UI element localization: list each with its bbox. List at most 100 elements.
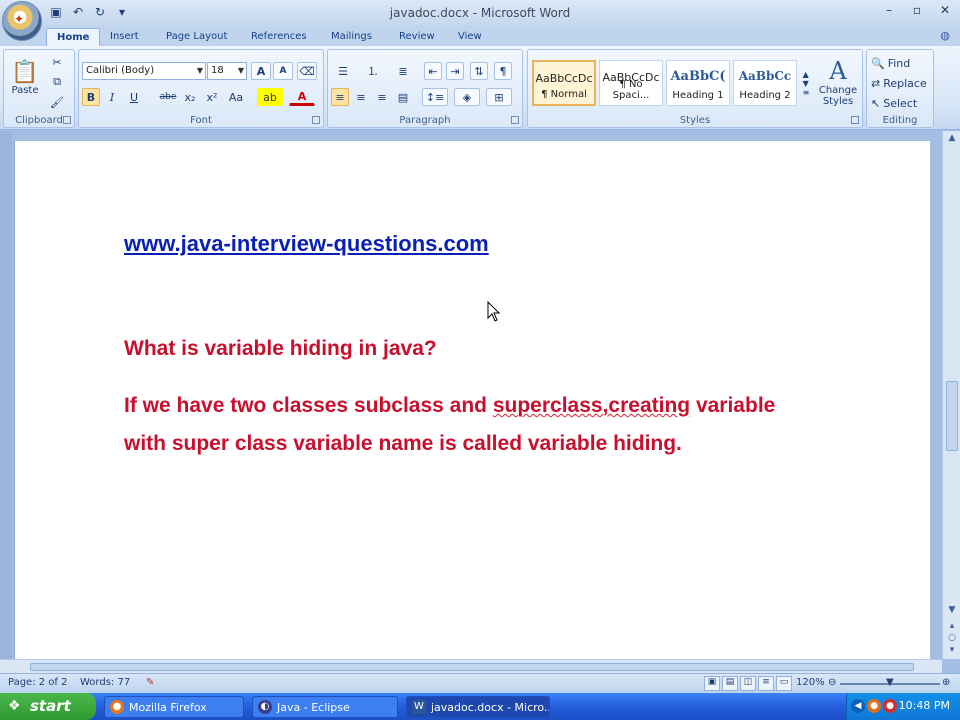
style-heading-1[interactable]: AaBbC( Heading 1 [666, 60, 730, 106]
maximize-icon[interactable]: ▫ [910, 3, 924, 19]
line-spacing-icon[interactable]: ↕≡ [422, 88, 448, 106]
show-formatting-icon[interactable]: ¶ [494, 62, 512, 80]
web-layout-icon[interactable]: ◫ [740, 676, 756, 691]
clear-formatting-icon[interactable]: ⌫ [297, 62, 317, 80]
paragraph-launcher-icon[interactable] [511, 116, 519, 124]
paste-button[interactable]: 📋 Paste [8, 52, 42, 104]
tray-arrow-icon[interactable]: ◀ [851, 699, 865, 713]
align-left-icon[interactable]: ≡ [331, 88, 349, 106]
format-painter-icon[interactable]: 🖌 [48, 94, 66, 110]
task-label: Java - Eclipse [277, 701, 350, 714]
document-answer: If we have two classes subclass and supe… [124, 387, 784, 463]
tray-alert-icon[interactable]: ● [883, 699, 897, 713]
document-question: What is variable hiding in java? [124, 337, 437, 360]
borders-icon[interactable]: ⊞ [486, 88, 512, 106]
left-margin-strip [0, 131, 12, 659]
replace-button[interactable]: ⇄ Replace [870, 74, 932, 92]
vertical-scrollbar[interactable]: ▲ ▼ ▴ ○ ▾ [942, 131, 960, 659]
tray-app-icon[interactable]: ● [867, 699, 881, 713]
subscript-button[interactable]: x₂ [181, 88, 199, 106]
task-label: javadoc.docx - Micro... [431, 701, 550, 714]
increase-indent-icon[interactable]: ⇥ [446, 62, 464, 80]
tab-references[interactable]: References [241, 28, 317, 47]
change-case-button[interactable]: Aa [225, 88, 247, 106]
misspelled-word[interactable]: superclass,creating [493, 394, 690, 417]
select-button[interactable]: ↖ Select [870, 94, 930, 112]
grow-font-button[interactable]: A [251, 62, 271, 80]
page-count[interactable]: Page: 2 of 2 [8, 677, 67, 688]
font-size-combo[interactable]: 18 ▼ [207, 62, 247, 80]
copy-icon[interactable]: ⧉ [48, 74, 66, 90]
document-link[interactable]: www.java-interview-questions.com [124, 231, 489, 257]
document-area: www.java-interview-questions.com What is… [0, 131, 960, 659]
zoom-out-icon[interactable]: ⊖ [828, 677, 836, 688]
justify-icon[interactable]: ▤ [394, 88, 412, 106]
align-center-icon[interactable]: ≡ [352, 88, 370, 106]
superscript-button[interactable]: x² [203, 88, 221, 106]
styles-label: Styles [679, 115, 711, 126]
bullets-icon[interactable]: ☰ [331, 62, 355, 80]
zoom-in-icon[interactable]: ⊕ [942, 677, 950, 688]
scroll-down-icon[interactable]: ▼ [945, 605, 959, 619]
horizontal-scrollbar[interactable] [0, 659, 942, 673]
underline-button[interactable]: U [125, 88, 143, 106]
ribbon-tabs: Home Insert Page Layout References Maili… [0, 26, 960, 47]
outline-icon[interactable]: ≡ [758, 676, 774, 691]
task-word[interactable]: W javadoc.docx - Micro... [406, 696, 550, 718]
shading-icon[interactable]: ◈ [454, 88, 480, 106]
tab-page-layout[interactable]: Page Layout [156, 28, 237, 47]
style-sample: AaBbCc [738, 69, 792, 83]
shrink-font-button[interactable]: A [273, 62, 293, 80]
sort-icon[interactable]: ⇅ [470, 62, 488, 80]
draft-icon[interactable]: ▭ [776, 676, 792, 691]
font-group: Calibri (Body) ▼ 18 ▼ A A ⌫ B I U abe x₂… [78, 49, 324, 128]
start-button[interactable]: ❖ start [0, 693, 96, 720]
style-heading-2[interactable]: AaBbCc Heading 2 [733, 60, 797, 106]
clipboard-launcher-icon[interactable] [63, 116, 71, 124]
styles-launcher-icon[interactable] [851, 116, 859, 124]
font-launcher-icon[interactable] [312, 116, 320, 124]
horizontal-scroll-thumb[interactable] [30, 663, 914, 671]
next-page-icon[interactable]: ▾ [945, 645, 959, 659]
zoom-thumb-icon[interactable]: ▼ [886, 677, 894, 688]
task-eclipse[interactable]: ◐ Java - Eclipse [252, 696, 398, 718]
tab-home[interactable]: Home [46, 28, 101, 47]
zoom-level[interactable]: 120% [796, 677, 825, 688]
task-firefox[interactable]: ● Mozilla Firefox [104, 696, 244, 718]
multilevel-list-icon[interactable]: ≣ [391, 62, 415, 80]
scroll-up-icon[interactable]: ▲ [945, 133, 959, 147]
proofing-icon[interactable]: ✎ [146, 677, 154, 688]
close-icon[interactable]: ✕ [938, 3, 952, 19]
highlight-icon[interactable]: ab [257, 88, 283, 106]
italic-button[interactable]: I [103, 88, 121, 106]
office-button[interactable]: ✦ [2, 1, 42, 41]
cut-icon[interactable]: ✂ [48, 54, 66, 70]
print-layout-icon[interactable]: ▣ [704, 676, 720, 691]
vertical-scroll-thumb[interactable] [946, 381, 958, 451]
word-count[interactable]: Words: 77 [80, 677, 130, 688]
style-normal[interactable]: AaBbCcDc ¶ Normal [532, 60, 596, 106]
tab-view[interactable]: View [448, 28, 492, 47]
minimize-icon[interactable]: – [882, 3, 896, 19]
font-name-combo[interactable]: Calibri (Body) ▼ [82, 62, 206, 80]
font-color-icon[interactable]: A [289, 88, 315, 106]
tab-mailings[interactable]: Mailings [321, 28, 382, 47]
styles-group: AaBbCcDc ¶ Normal AaBbCcDc ¶ No Spaci...… [527, 49, 863, 128]
tab-insert[interactable]: Insert [100, 28, 149, 47]
paste-icon: 📋 [11, 60, 39, 85]
styles-scroll-icon[interactable]: ▲ ▼ ≡ [799, 60, 813, 106]
decrease-indent-icon[interactable]: ⇤ [424, 62, 442, 80]
align-right-icon[interactable]: ≡ [373, 88, 391, 106]
find-button[interactable]: 🔍 Find [870, 54, 930, 72]
bold-button[interactable]: B [82, 88, 100, 106]
style-no-spacing[interactable]: AaBbCcDc ¶ No Spaci... [599, 60, 663, 106]
numbering-icon[interactable]: ⒈ [361, 62, 385, 80]
clock[interactable]: 10:48 PM [899, 699, 950, 712]
tab-review[interactable]: Review [389, 28, 445, 47]
document-page[interactable]: www.java-interview-questions.com What is… [14, 141, 930, 659]
change-styles-button[interactable]: A Change Styles [816, 54, 860, 110]
strikethrough-button[interactable]: abe [157, 88, 179, 106]
help-icon[interactable]: ◍ [940, 29, 950, 42]
full-screen-reading-icon[interactable]: ▤ [722, 676, 738, 691]
find-icon: 🔍 [871, 56, 885, 70]
